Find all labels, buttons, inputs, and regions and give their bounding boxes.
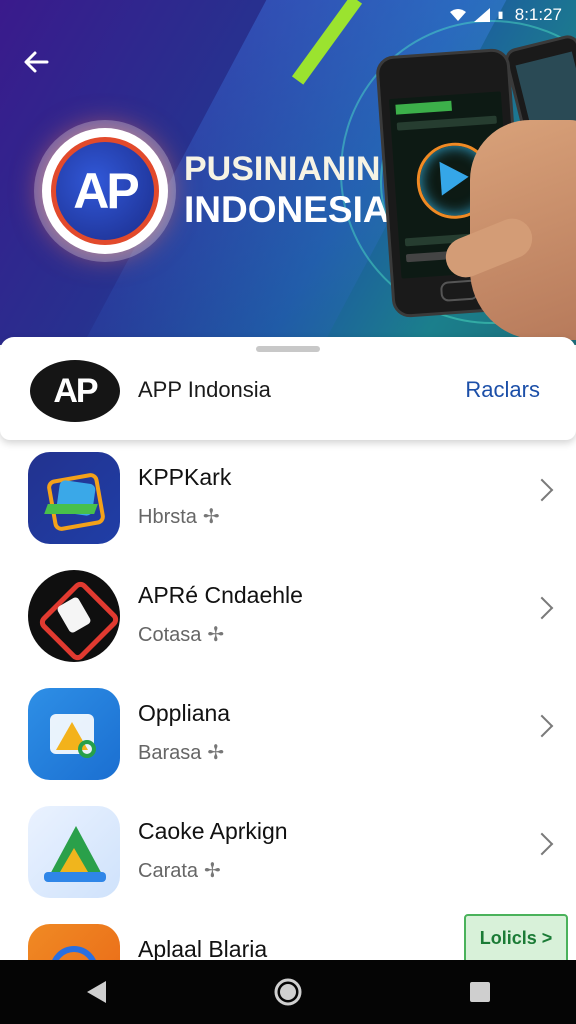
back-button[interactable]: [18, 44, 54, 80]
app-sheet-header: AP APP Indonsia Raclars: [0, 337, 576, 440]
app-logo-text: AP: [53, 371, 98, 410]
back-arrow-icon: [24, 51, 49, 73]
drag-handle[interactable]: [256, 346, 320, 352]
hero-logo-text: AP: [51, 137, 159, 245]
app-icon-5: [28, 924, 120, 960]
app-icon-2: [28, 570, 120, 662]
nav-back-button[interactable]: [66, 962, 126, 1022]
app-icon-4: [28, 806, 120, 898]
app-name: Aplaal Blaria: [138, 936, 268, 960]
app-icon-1: [28, 452, 120, 544]
chevron-right-icon: [530, 714, 554, 738]
app-subtitle: Hbrsta ✢: [138, 506, 220, 528]
hero-title-line2: INDONESIA: [184, 189, 390, 231]
rating-icon: ✢: [202, 506, 220, 528]
app-list: KPPKark Hbrsta ✢ APRé Cndaehle Cotasa ✢ Op…: [0, 440, 576, 960]
list-item[interactable]: Oppliana Barasa ✢: [0, 676, 576, 794]
sheet-action-button[interactable]: Raclars: [465, 377, 540, 403]
hero-logo: AP: [42, 128, 168, 254]
hero-title: PUSINIANIN INDONESIA: [184, 150, 390, 232]
app-logo: AP: [30, 360, 120, 422]
rating-icon: ✢: [204, 860, 221, 882]
list-item[interactable]: KPPKark Hbrsta ✢: [0, 440, 576, 558]
battery-icon: [498, 11, 503, 19]
app-subtitle: Cotasa ✢: [138, 624, 225, 646]
chevron-right-icon: [530, 596, 554, 620]
app-icon-3: [28, 688, 120, 780]
nav-recents-button[interactable]: [450, 962, 510, 1022]
chevron-right-icon: [530, 478, 554, 502]
nav-home-button[interactable]: [258, 962, 318, 1022]
play-store-icon: [439, 159, 470, 196]
app-name: Caoke Aprkign: [138, 818, 288, 844]
app-name: APRé Cndaehle: [138, 582, 303, 608]
signal-icon: [473, 8, 490, 22]
back-triangle-icon: [87, 981, 106, 1003]
app-subtitle: Barasa ✢: [138, 742, 225, 764]
list-item[interactable]: Caoke Aprkign Carata ✢: [0, 794, 576, 912]
rating-icon: ✢: [207, 742, 225, 764]
app-subtitle: Carata ✢: [138, 860, 221, 882]
status-bar: 8:1:27: [0, 0, 576, 30]
system-nav-bar: [0, 960, 576, 1024]
list-item[interactable]: APRé Cndaehle Cotasa ✢: [0, 558, 576, 676]
rating-icon: ✢: [207, 624, 225, 646]
chevron-right-icon: [530, 832, 554, 856]
wifi-icon: [449, 9, 466, 21]
home-circle-icon: [274, 978, 302, 1006]
sheet-title: APP Indonsia: [138, 377, 271, 402]
hero-banner: AP PUSINIANIN INDONESIA: [0, 0, 576, 345]
app-name: Oppliana: [138, 700, 231, 726]
status-time: 8:1:27: [514, 5, 562, 24]
promo-badge[interactable]: Lolicls > Plnga: [464, 914, 568, 964]
app-name: KPPKark: [138, 464, 232, 490]
hero-title-line1: PUSINIANIN: [184, 150, 381, 188]
recents-square-icon: [470, 982, 490, 1002]
